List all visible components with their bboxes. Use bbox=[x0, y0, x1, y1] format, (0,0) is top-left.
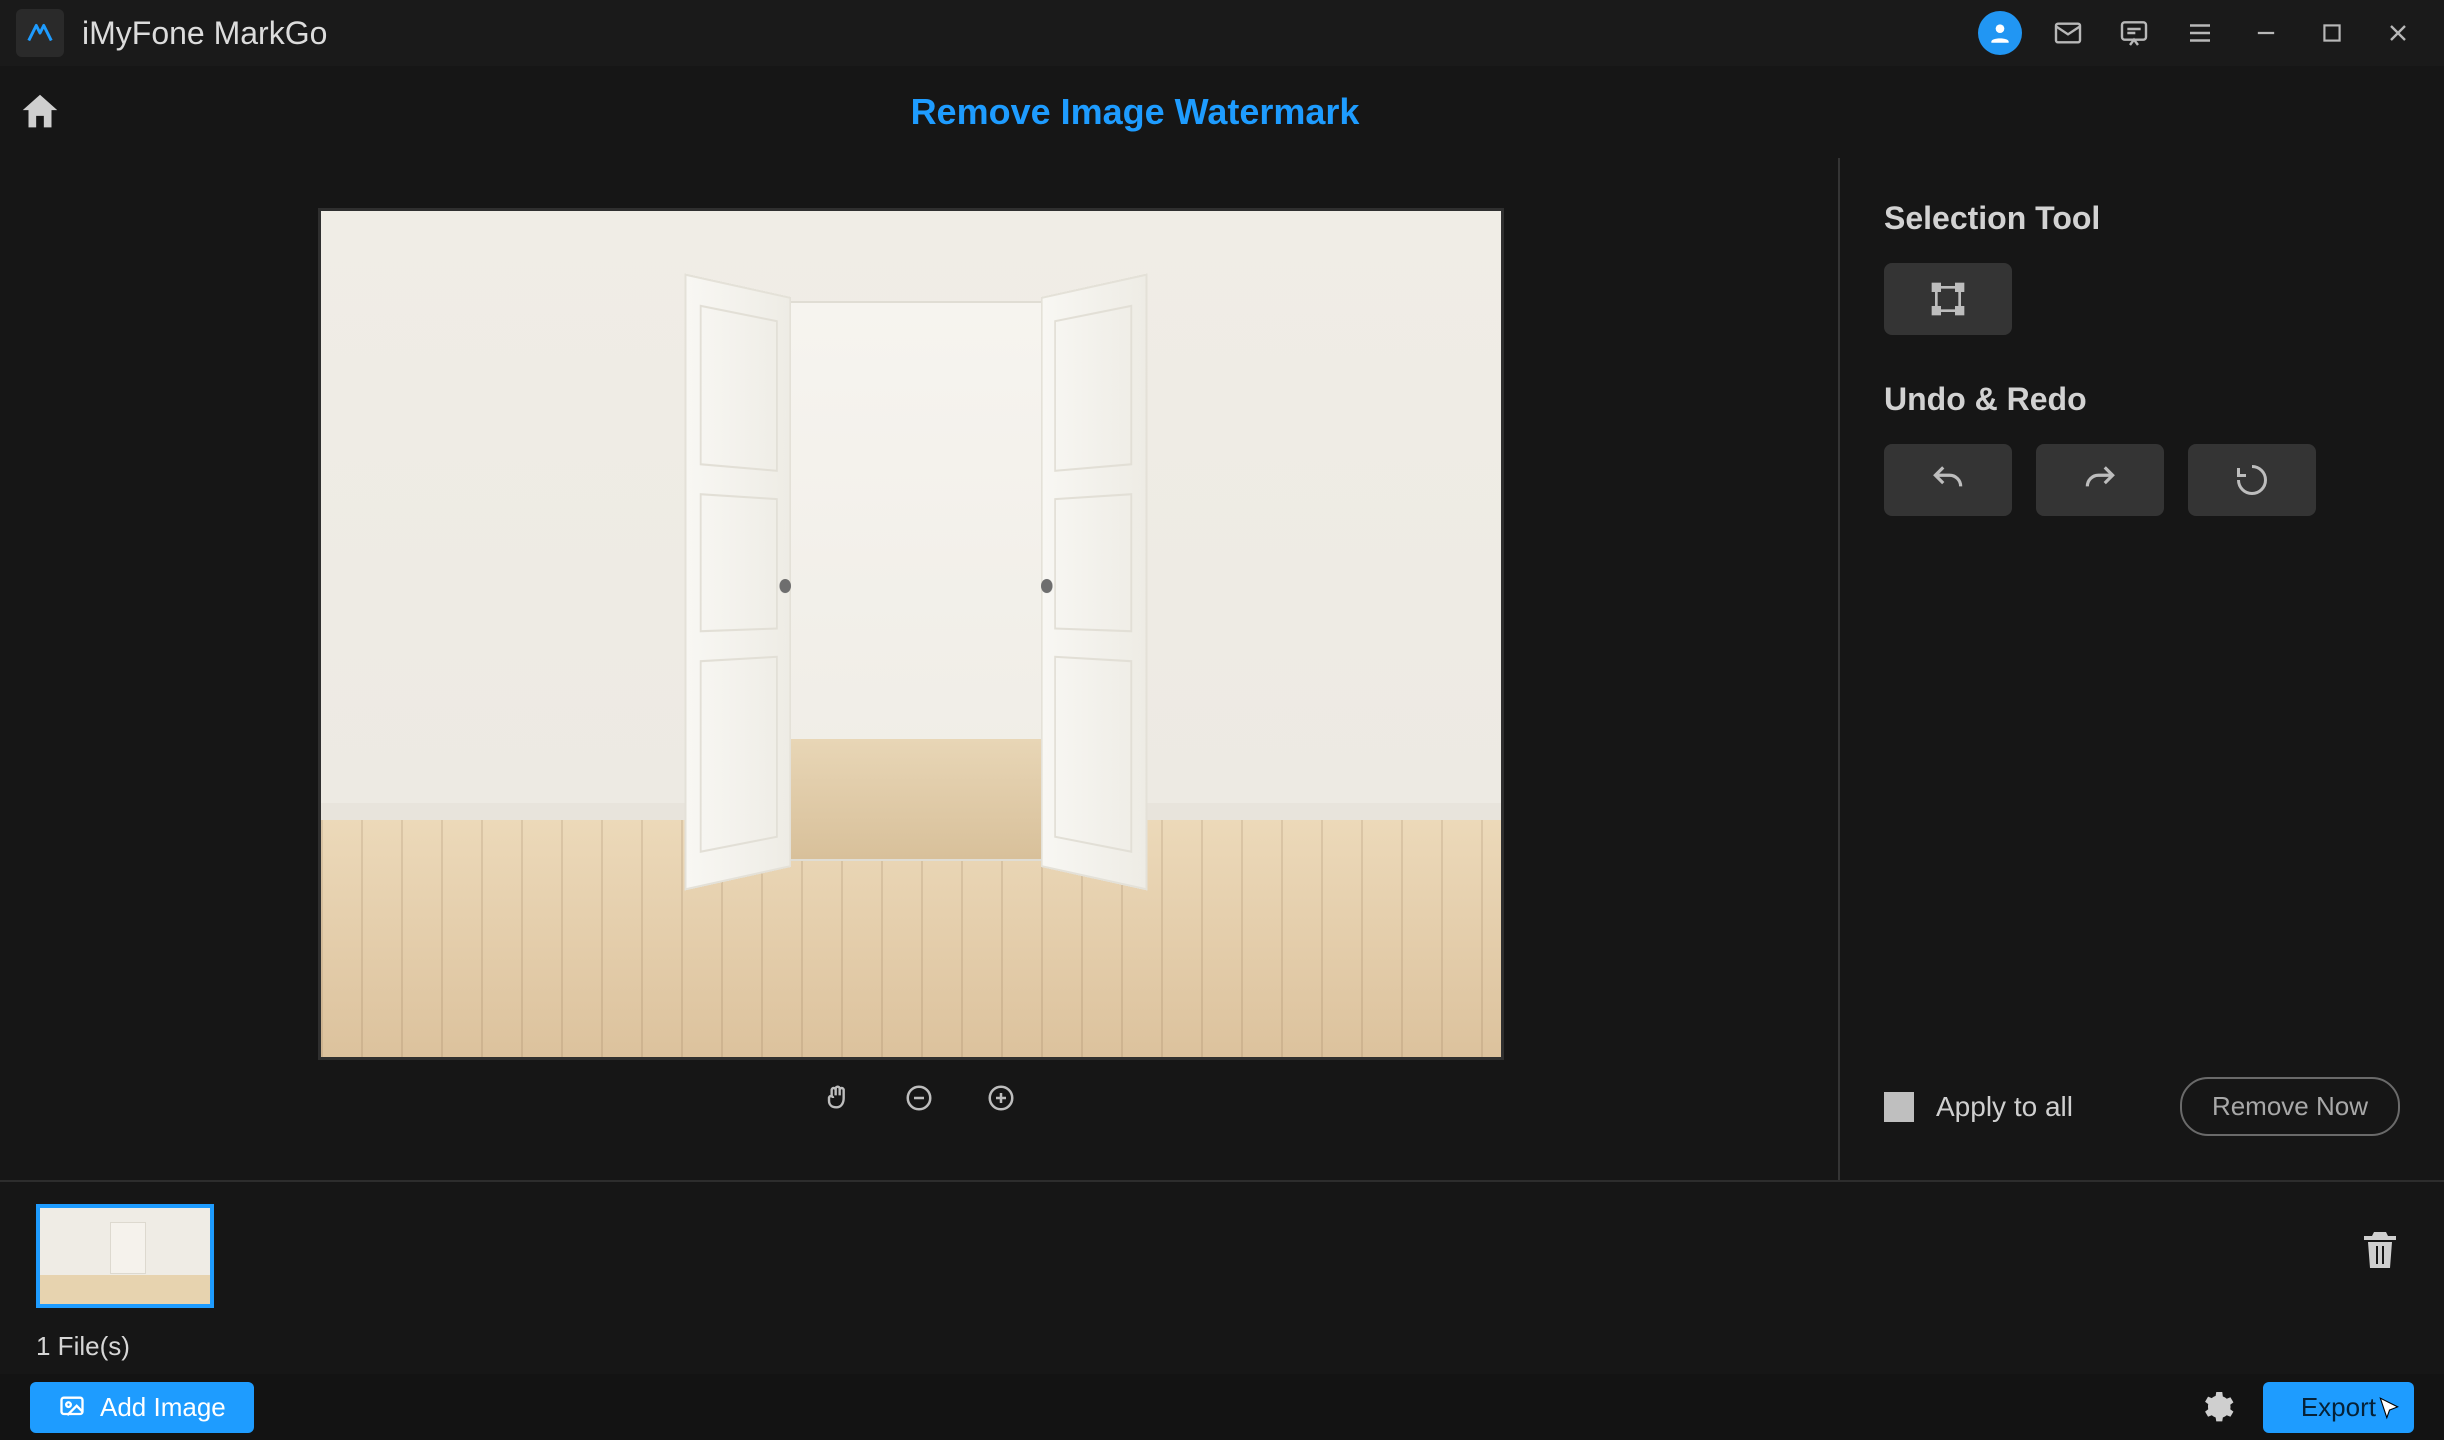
feedback-icon[interactable] bbox=[2114, 13, 2154, 53]
action-bar: Add Image Export bbox=[0, 1374, 2444, 1440]
selection-tool-title: Selection Tool bbox=[1884, 200, 2400, 237]
apply-to-all-label: Apply to all bbox=[1936, 1091, 2073, 1123]
apply-row: Apply to all Remove Now bbox=[1884, 1077, 2400, 1136]
add-image-button[interactable]: Add Image bbox=[30, 1382, 254, 1433]
redo-button[interactable] bbox=[2036, 444, 2164, 516]
account-icon[interactable] bbox=[1978, 11, 2022, 55]
image-preview[interactable] bbox=[318, 208, 1504, 1060]
cursor-icon bbox=[2376, 1396, 2402, 1422]
app-logo bbox=[16, 9, 64, 57]
pan-hand-icon[interactable] bbox=[817, 1078, 857, 1118]
export-button[interactable]: Export bbox=[2263, 1382, 2414, 1433]
minimize-icon[interactable] bbox=[2246, 13, 2286, 53]
thumbnail-1[interactable] bbox=[36, 1204, 214, 1308]
remove-now-button[interactable]: Remove Now bbox=[2180, 1077, 2400, 1136]
canvas-controls bbox=[0, 1078, 1838, 1118]
delete-icon[interactable] bbox=[2356, 1226, 2404, 1274]
export-label: Export bbox=[2301, 1392, 2376, 1422]
zoom-out-icon[interactable] bbox=[899, 1078, 939, 1118]
reset-button[interactable] bbox=[2188, 444, 2316, 516]
page-title: Remove Image Watermark bbox=[911, 91, 1360, 133]
menu-icon[interactable] bbox=[2180, 13, 2220, 53]
image-icon bbox=[58, 1393, 86, 1421]
undo-button[interactable] bbox=[1884, 444, 2012, 516]
canvas-area bbox=[0, 158, 1840, 1180]
zoom-in-icon[interactable] bbox=[981, 1078, 1021, 1118]
header-strip: Remove Image Watermark bbox=[0, 66, 2444, 158]
settings-icon[interactable] bbox=[2199, 1389, 2235, 1425]
app-title: iMyFone MarkGo bbox=[82, 15, 327, 52]
main-region: Selection Tool Undo & Redo Apply to all … bbox=[0, 158, 2444, 1180]
title-bar: iMyFone MarkGo bbox=[0, 0, 2444, 66]
right-panel: Selection Tool Undo & Redo Apply to all … bbox=[1840, 158, 2444, 1180]
file-count-label: 1 File(s) bbox=[36, 1331, 130, 1362]
apply-to-all-checkbox[interactable] bbox=[1884, 1092, 1914, 1122]
selection-rectangle-tool[interactable] bbox=[1884, 263, 2012, 335]
close-icon[interactable] bbox=[2378, 13, 2418, 53]
mail-icon[interactable] bbox=[2048, 13, 2088, 53]
add-image-label: Add Image bbox=[100, 1392, 226, 1423]
maximize-icon[interactable] bbox=[2312, 13, 2352, 53]
undo-redo-title: Undo & Redo bbox=[1884, 381, 2400, 418]
footer: 1 File(s) bbox=[0, 1180, 2444, 1374]
